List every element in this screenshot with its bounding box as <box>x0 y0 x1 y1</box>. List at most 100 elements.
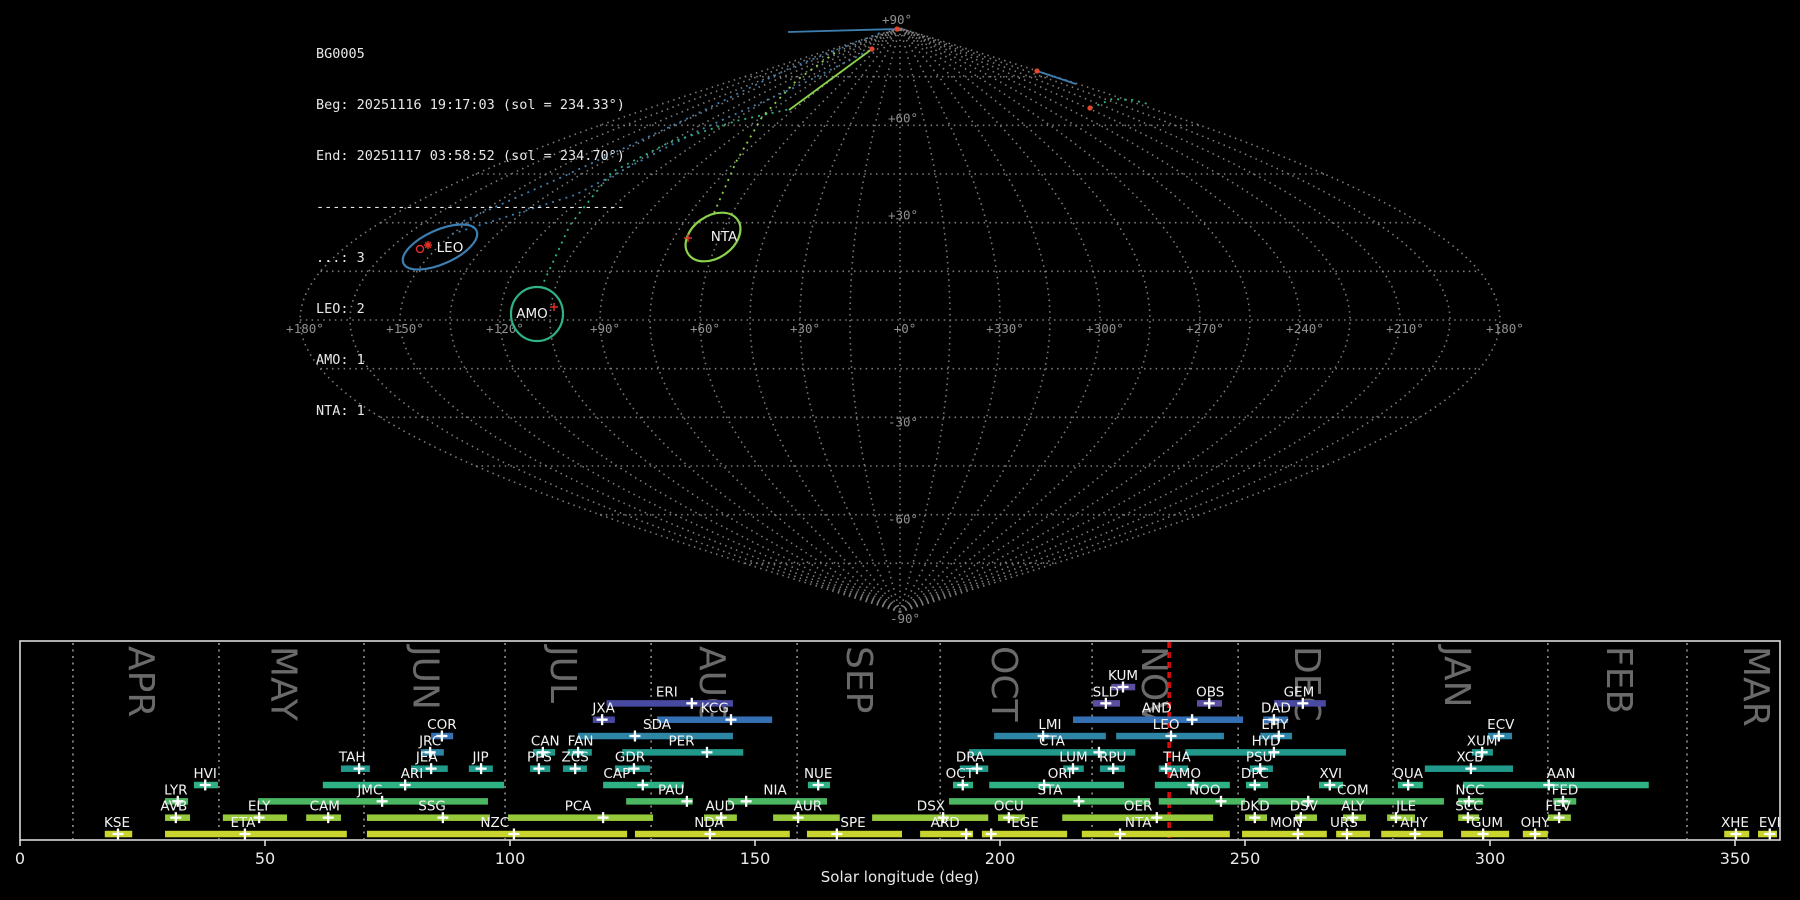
x-tick-label: 100 <box>495 849 526 868</box>
count-sporadic: ...: 3 <box>316 250 365 266</box>
month-label-APR: APR <box>120 646 161 717</box>
camera-id: BG0005 <box>316 46 365 62</box>
radiant-label-NTA: NTA <box>711 229 738 245</box>
shower-bar-NZC <box>366 830 628 838</box>
x-tick-label: 350 <box>1720 849 1751 868</box>
shower-label-KCG: KCG <box>701 701 729 717</box>
sky-map-chart: +180° +150° +120° +90° +60° +30° +0° +330° +300°… <box>286 12 1524 626</box>
shower-bar-ARI <box>322 781 505 789</box>
meteor-dot <box>1087 105 1093 111</box>
shower-bar-SPE <box>806 830 902 838</box>
x-tick-label: 200 <box>985 849 1016 868</box>
shower-label-TAH: TAH <box>338 750 366 766</box>
x-tick-label: 300 <box>1475 849 1506 868</box>
shower-label-ERI: ERI <box>656 684 678 700</box>
shower-label-JLE: JLE <box>1395 799 1416 815</box>
shower-label-GEM: GEM <box>1284 684 1315 700</box>
meteor-dot <box>894 26 900 32</box>
shower-label-CAP: CAP <box>603 766 630 782</box>
shower-label-SPE: SPE <box>840 815 865 831</box>
x-tick-label: 150 <box>740 849 771 868</box>
shower-label-LYR: LYR <box>164 782 187 798</box>
shower-label-PCA: PCA <box>565 799 593 815</box>
x-tick-label: 50 <box>255 849 275 868</box>
shower-label-ECV: ECV <box>1487 717 1515 733</box>
lat-label: +60° <box>888 110 918 125</box>
lat-label: -90° <box>890 611 920 626</box>
shower-labels: KUMERI SLD OBS GEMJXA KCG AND DADCOR SDA LMI LEO E… <box>104 668 1781 831</box>
activity-timeline-chart: APR MAY JUN JUL AUG SEP OCT NOV DEC JAN FEB MARKUME… <box>15 640 1781 868</box>
x-axis-ticks: 0 50 100 150 200 250 300 350 <box>15 840 1750 868</box>
shower-bar-JMC <box>258 798 488 805</box>
shower-label-PAU: PAU <box>658 782 684 798</box>
month-label-JAN: JAN <box>1436 644 1477 708</box>
meteor-dot <box>1034 68 1040 74</box>
shower-label-PER: PER <box>668 733 694 749</box>
lat-label: -30° <box>888 414 918 429</box>
shower-label-CAM: CAM <box>310 799 340 815</box>
shower-label-NIA: NIA <box>763 782 787 798</box>
x-tick-label: 0 <box>15 849 25 868</box>
month-label-JUL: JUL <box>542 644 583 703</box>
end-time: End: 20251117 03:58:52 (sol = 234.70°) <box>316 148 625 164</box>
shower-label-FED: FED <box>1552 782 1579 798</box>
shower-bar-NOO <box>1158 798 1245 805</box>
lon-label: +60° <box>690 321 720 336</box>
shower-bar-NTA <box>1081 830 1230 838</box>
shower-bar-URS <box>1336 830 1370 838</box>
meteor-observation-figure: +180° +150° +120° +90° +60° +30° +0° +330° +300°… <box>0 0 1800 900</box>
shower-label-LEO: LEO <box>1153 717 1180 733</box>
shower-label-DRA: DRA <box>956 750 985 766</box>
count-leo: LEO: 2 <box>316 301 365 317</box>
shower-label-LMI: LMI <box>1038 717 1061 733</box>
month-label-OCT: OCT <box>983 646 1024 722</box>
lon-label: +240° <box>1286 321 1324 336</box>
shower-label-AND: AND <box>1142 701 1172 717</box>
shower-bar-SDA <box>578 732 733 740</box>
separator: -------------------------------------- <box>316 199 625 215</box>
shower-label-AMO: AMO <box>1169 766 1201 782</box>
shower-bar-PCA <box>508 814 654 821</box>
observation-header: BG0005 Beg: 20251116 19:17:03 (sol = 234… <box>316 12 625 454</box>
shower-label-FAN: FAN <box>568 733 594 749</box>
begin-time: Beg: 20251116 19:17:03 (sol = 234.33°) <box>316 97 625 113</box>
shower-bar-AUR <box>773 814 840 821</box>
shower-label-NTA: NTA <box>1125 815 1152 831</box>
shower-bar-MON <box>1242 830 1327 838</box>
shower-label-OCT: OCT <box>946 766 975 782</box>
shower-label-ETA: ETA <box>230 815 256 831</box>
count-amo: AMO: 1 <box>316 352 365 368</box>
month-label-MAY: MAY <box>263 646 304 722</box>
x-tick-label: 250 <box>1230 849 1261 868</box>
shower-bar-STA <box>949 798 1150 805</box>
lon-label: +30° <box>790 321 820 336</box>
lat-label: +30° <box>888 208 918 223</box>
lon-label: +330° <box>986 321 1024 336</box>
lon-label: +0° <box>894 321 917 336</box>
meteor-dot <box>869 46 875 52</box>
shower-label-SDA: SDA <box>643 717 672 733</box>
shower-label-COM: COM <box>1337 782 1369 798</box>
shower-label-GUM: GUM <box>1471 815 1503 831</box>
lon-label: +210° <box>1386 321 1424 336</box>
lon-label: +300° <box>1086 321 1124 336</box>
shower-label-JMC: JMC <box>356 782 382 798</box>
lat-label: -60° <box>888 512 918 527</box>
shower-label-DSX: DSX <box>917 799 945 815</box>
shower-label-NZC: NZC <box>480 815 509 831</box>
month-label-FEB: FEB <box>1598 646 1639 714</box>
shower-label-AAN: AAN <box>1547 766 1576 782</box>
lon-label: +180° <box>1486 321 1524 336</box>
count-nta: NTA: 1 <box>316 403 365 419</box>
shower-label-DAD: DAD <box>1261 701 1291 717</box>
shower-label-CAN: CAN <box>531 733 560 749</box>
shower-label-OER: OER <box>1124 799 1153 815</box>
month-label-MAR: MAR <box>1735 646 1776 727</box>
shower-label-EGE: EGE <box>1011 815 1039 831</box>
shower-label-GDR: GDR <box>615 750 645 766</box>
shower-bar-ETA <box>165 830 347 838</box>
lat-label: +90° <box>882 12 912 27</box>
shower-label-JXA: JXA <box>591 701 615 717</box>
month-label-JUN: JUN <box>405 644 446 710</box>
shower-bar-KCG <box>657 716 773 723</box>
